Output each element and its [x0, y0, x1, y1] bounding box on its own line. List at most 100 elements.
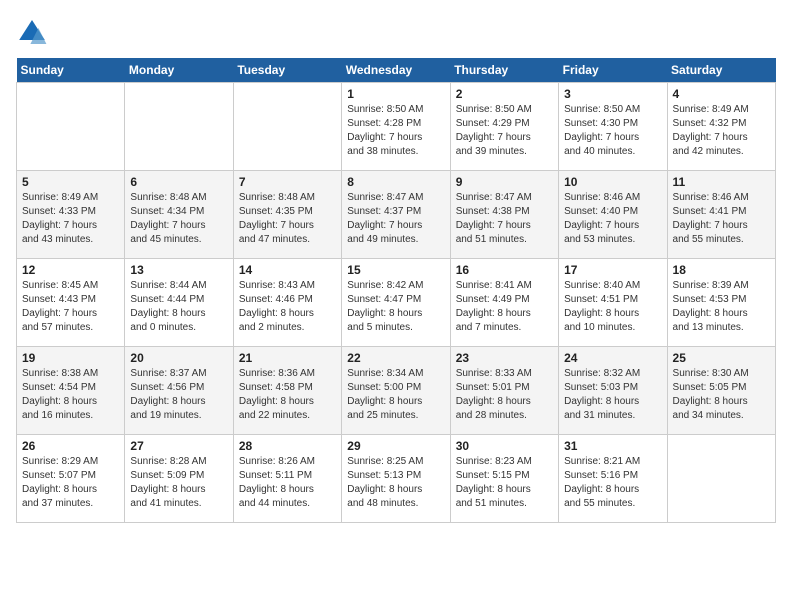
- day-info: Sunrise: 8:50 AM Sunset: 4:29 PM Dayligh…: [456, 103, 553, 159]
- header-sunday: Sunday: [17, 58, 125, 83]
- calendar-cell: 26Sunrise: 8:29 AM Sunset: 5:07 PM Dayli…: [17, 435, 125, 523]
- week-row-5: 26Sunrise: 8:29 AM Sunset: 5:07 PM Dayli…: [17, 435, 776, 523]
- day-number: 9: [456, 175, 553, 189]
- day-info: Sunrise: 8:39 AM Sunset: 4:53 PM Dayligh…: [673, 279, 770, 335]
- day-info: Sunrise: 8:41 AM Sunset: 4:49 PM Dayligh…: [456, 279, 553, 335]
- day-number: 17: [564, 263, 661, 277]
- calendar-cell: [17, 83, 125, 171]
- calendar-cell: 15 Sunrise: 8:42 AM Sunset: 4:47 PM Dayli…: [342, 259, 450, 347]
- day-info: Sunrise: 8:33 AM Sunset: 5:01 PM Dayligh…: [456, 367, 553, 423]
- day-number: 16: [456, 263, 553, 277]
- day-info: Sunrise: 8:44 AM Sunset: 4:44 PM Dayligh…: [130, 279, 227, 335]
- calendar-cell: [125, 83, 233, 171]
- calendar-cell: 30 Sunrise: 8:23 AM Sunset: 5:15 PM Dayli…: [450, 435, 558, 523]
- week-row-1: 1 Sunrise: 8:50 AM Sunset: 4:28 PM Daylig…: [17, 83, 776, 171]
- header-saturday: Saturday: [667, 58, 775, 83]
- day-number: 5: [22, 175, 119, 189]
- day-number: 10: [564, 175, 661, 189]
- header-monday: Monday: [125, 58, 233, 83]
- day-info: Sunrise: 8:34 AM Sunset: 5:00 PM Dayligh…: [347, 367, 444, 423]
- calendar-cell: 12 Sunrise: 8:45 AM Sunset: 4:43 PM Dayli…: [17, 259, 125, 347]
- day-number: 23: [456, 351, 553, 365]
- calendar-cell: 6Sunrise: 8:48 AM Sunset: 4:34 PM Daylig…: [125, 171, 233, 259]
- calendar-cell: 10 Sunrise: 8:46 AM Sunset: 4:40 PM Dayli…: [559, 171, 667, 259]
- day-number: 28: [239, 439, 336, 453]
- day-number: 1: [347, 87, 444, 101]
- day-info: Sunrise: 8:23 AM Sunset: 5:15 PM Dayligh…: [456, 455, 553, 511]
- calendar-cell: 27Sunrise: 8:28 AM Sunset: 5:09 PM Dayli…: [125, 435, 233, 523]
- calendar-cell: 21 Sunrise: 8:36 AM Sunset: 4:58 PM Dayli…: [233, 347, 341, 435]
- calendar-cell: 19 Sunrise: 8:38 AM Sunset: 4:54 PM Dayli…: [17, 347, 125, 435]
- day-info: Sunrise: 8:46 AM Sunset: 4:41 PM Dayligh…: [673, 191, 770, 247]
- calendar-cell: 16 Sunrise: 8:41 AM Sunset: 4:49 PM Dayli…: [450, 259, 558, 347]
- logo: [16, 16, 54, 48]
- day-number: 20: [130, 351, 227, 365]
- day-info: Sunrise: 8:45 AM Sunset: 4:43 PM Dayligh…: [22, 279, 119, 335]
- day-number: 15: [347, 263, 444, 277]
- day-info: Sunrise: 8:36 AM Sunset: 4:58 PM Dayligh…: [239, 367, 336, 423]
- calendar-cell: [667, 435, 775, 523]
- calendar-cell: 23 Sunrise: 8:33 AM Sunset: 5:01 PM Dayli…: [450, 347, 558, 435]
- calendar-cell: 9Sunrise: 8:47 AM Sunset: 4:38 PM Daylig…: [450, 171, 558, 259]
- week-row-2: 5 Sunrise: 8:49 AM Sunset: 4:33 PM Daylig…: [17, 171, 776, 259]
- day-number: 11: [673, 175, 770, 189]
- page-header: [16, 16, 776, 48]
- day-number: 30: [456, 439, 553, 453]
- calendar-cell: 24 Sunrise: 8:32 AM Sunset: 5:03 PM Dayli…: [559, 347, 667, 435]
- day-number: 31: [564, 439, 661, 453]
- header-tuesday: Tuesday: [233, 58, 341, 83]
- day-number: 2: [456, 87, 553, 101]
- day-info: Sunrise: 8:40 AM Sunset: 4:51 PM Dayligh…: [564, 279, 661, 335]
- day-info: Sunrise: 8:29 AM Sunset: 5:07 PM Dayligh…: [22, 455, 119, 511]
- day-info: Sunrise: 8:28 AM Sunset: 5:09 PM Dayligh…: [130, 455, 227, 511]
- day-number: 14: [239, 263, 336, 277]
- day-info: Sunrise: 8:26 AM Sunset: 5:11 PM Dayligh…: [239, 455, 336, 511]
- day-info: Sunrise: 8:50 AM Sunset: 4:28 PM Dayligh…: [347, 103, 444, 159]
- day-number: 22: [347, 351, 444, 365]
- day-info: Sunrise: 8:48 AM Sunset: 4:35 PM Dayligh…: [239, 191, 336, 247]
- calendar-cell: [233, 83, 341, 171]
- day-number: 13: [130, 263, 227, 277]
- day-info: Sunrise: 8:42 AM Sunset: 4:47 PM Dayligh…: [347, 279, 444, 335]
- day-number: 18: [673, 263, 770, 277]
- day-number: 4: [673, 87, 770, 101]
- day-info: Sunrise: 8:21 AM Sunset: 5:16 PM Dayligh…: [564, 455, 661, 511]
- calendar-cell: 7 Sunrise: 8:48 AM Sunset: 4:35 PM Daylig…: [233, 171, 341, 259]
- day-number: 7: [239, 175, 336, 189]
- calendar-cell: 5 Sunrise: 8:49 AM Sunset: 4:33 PM Daylig…: [17, 171, 125, 259]
- day-info: Sunrise: 8:46 AM Sunset: 4:40 PM Dayligh…: [564, 191, 661, 247]
- calendar-cell: 1 Sunrise: 8:50 AM Sunset: 4:28 PM Daylig…: [342, 83, 450, 171]
- week-row-3: 12 Sunrise: 8:45 AM Sunset: 4:43 PM Dayli…: [17, 259, 776, 347]
- day-info: Sunrise: 8:25 AM Sunset: 5:13 PM Dayligh…: [347, 455, 444, 511]
- day-number: 19: [22, 351, 119, 365]
- header-thursday: Thursday: [450, 58, 558, 83]
- calendar-cell: 2 Sunrise: 8:50 AM Sunset: 4:29 PM Daylig…: [450, 83, 558, 171]
- calendar-cell: 28 Sunrise: 8:26 AM Sunset: 5:11 PM Dayli…: [233, 435, 341, 523]
- day-info: Sunrise: 8:37 AM Sunset: 4:56 PM Dayligh…: [130, 367, 227, 423]
- calendar-cell: 31 Sunrise: 8:21 AM Sunset: 5:16 PM Dayli…: [559, 435, 667, 523]
- calendar-cell: 22 Sunrise: 8:34 AM Sunset: 5:00 PM Dayli…: [342, 347, 450, 435]
- day-number: 24: [564, 351, 661, 365]
- day-info: Sunrise: 8:43 AM Sunset: 4:46 PM Dayligh…: [239, 279, 336, 335]
- day-number: 29: [347, 439, 444, 453]
- day-info: Sunrise: 8:38 AM Sunset: 4:54 PM Dayligh…: [22, 367, 119, 423]
- day-info: Sunrise: 8:49 AM Sunset: 4:33 PM Dayligh…: [22, 191, 119, 247]
- calendar-cell: 13 Sunrise: 8:44 AM Sunset: 4:44 PM Dayli…: [125, 259, 233, 347]
- calendar-cell: 8 Sunrise: 8:47 AM Sunset: 4:37 PM Daylig…: [342, 171, 450, 259]
- day-number: 21: [239, 351, 336, 365]
- week-row-4: 19 Sunrise: 8:38 AM Sunset: 4:54 PM Dayli…: [17, 347, 776, 435]
- day-number: 8: [347, 175, 444, 189]
- header-friday: Friday: [559, 58, 667, 83]
- day-number: 3: [564, 87, 661, 101]
- day-info: Sunrise: 8:50 AM Sunset: 4:30 PM Dayligh…: [564, 103, 661, 159]
- day-info: Sunrise: 8:32 AM Sunset: 5:03 PM Dayligh…: [564, 367, 661, 423]
- calendar-cell: 11 Sunrise: 8:46 AM Sunset: 4:41 PM Dayli…: [667, 171, 775, 259]
- calendar-cell: 14 Sunrise: 8:43 AM Sunset: 4:46 PM Dayli…: [233, 259, 341, 347]
- calendar-cell: 18 Sunrise: 8:39 AM Sunset: 4:53 PM Dayli…: [667, 259, 775, 347]
- day-number: 6: [130, 175, 227, 189]
- day-number: 12: [22, 263, 119, 277]
- day-info: Sunrise: 8:47 AM Sunset: 4:37 PM Dayligh…: [347, 191, 444, 247]
- weekday-header-row: SundayMondayTuesdayWednesdayThursdayFrid…: [17, 58, 776, 83]
- calendar-cell: 17 Sunrise: 8:40 AM Sunset: 4:51 PM Dayli…: [559, 259, 667, 347]
- header-wednesday: Wednesday: [342, 58, 450, 83]
